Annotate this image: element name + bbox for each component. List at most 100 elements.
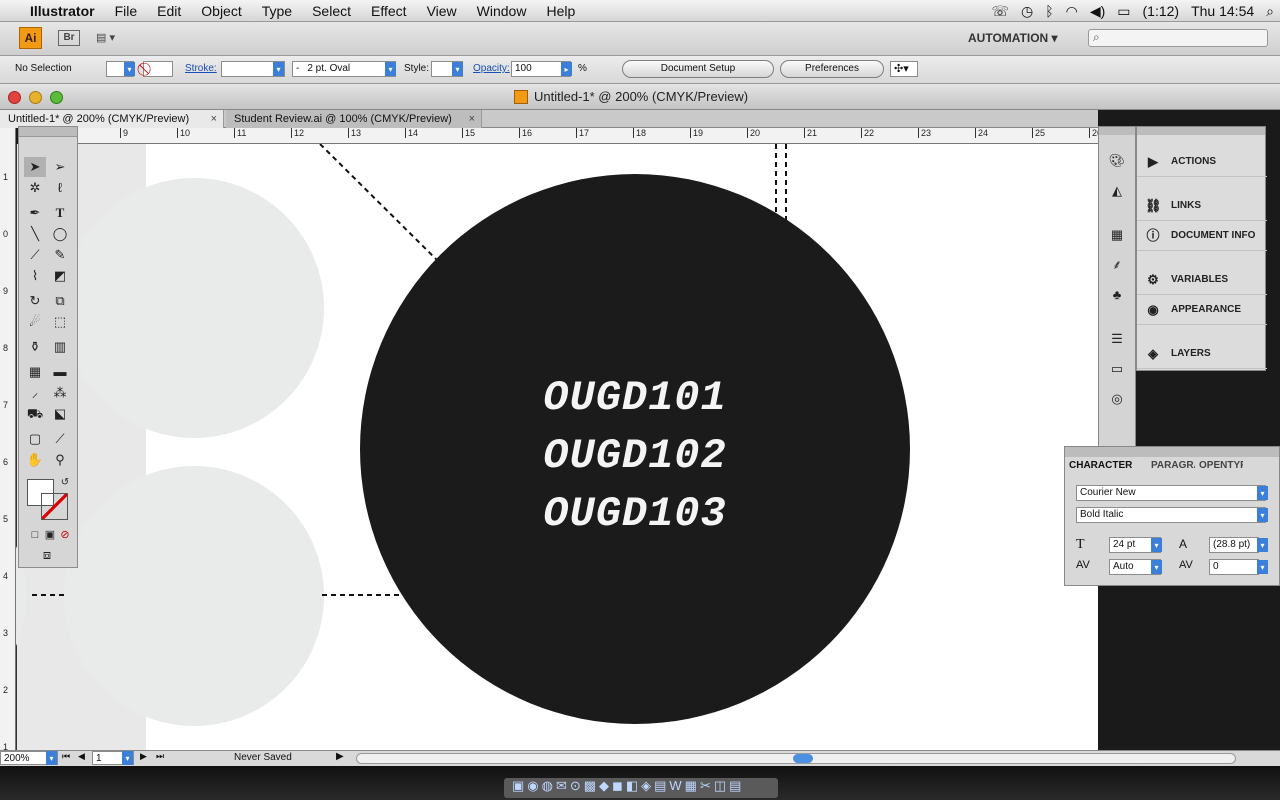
blend-tool-icon[interactable]: ⁂ — [49, 383, 71, 403]
font-size-dropdown[interactable]: ▾ — [1151, 538, 1162, 552]
pen-tool-icon[interactable]: ✒ — [24, 203, 46, 223]
line-tool-icon[interactable]: ╲ — [24, 224, 46, 244]
black-circle[interactable]: OUGD101 OUGD102 OUGD103 — [360, 174, 910, 724]
type-tool-icon[interactable]: T — [49, 203, 71, 223]
eyedropper-tool-icon[interactable]: ⸝ — [24, 383, 46, 403]
last-artboard-icon[interactable]: ⏭ — [156, 751, 164, 762]
stroke-swatch[interactable]: ⃠ — [143, 61, 173, 77]
magic-wand-tool-icon[interactable]: ✲ — [24, 178, 46, 198]
time-machine-icon[interactable]: ◷ — [1021, 3, 1033, 20]
next-artboard-icon[interactable]: ▶ — [140, 751, 147, 762]
tools-panel-header[interactable] — [19, 127, 77, 137]
dock-header[interactable] — [1099, 127, 1135, 135]
close-tab-icon[interactable]: × — [469, 110, 475, 128]
warp-tool-icon[interactable]: ☄ — [24, 312, 46, 332]
pencil-tool-icon[interactable]: ✎ — [49, 245, 71, 265]
menu-edit[interactable]: Edit — [147, 3, 191, 19]
vertical-ruler[interactable]: 10987654321 — [0, 128, 16, 752]
opacity-label[interactable]: Opacity: — [473, 61, 510, 77]
leading-dropdown[interactable]: ▾ — [1257, 538, 1268, 552]
free-transform-tool-icon[interactable]: ⬚ — [49, 312, 71, 332]
scrollbar-thumb[interactable] — [793, 754, 813, 763]
none-mode-icon[interactable]: ⊘ — [54, 525, 76, 545]
status-menu-icon[interactable]: ▶ — [336, 751, 344, 762]
lasso-tool-icon[interactable]: ℓ — [49, 178, 71, 198]
stroke-panel-icon[interactable]: ☰ — [1106, 329, 1128, 349]
wifi-icon[interactable]: ◠ — [1066, 3, 1078, 20]
paragraph-tab[interactable]: PARAGRA — [1151, 460, 1195, 471]
close-window-button[interactable] — [8, 91, 21, 104]
transparency-panel-icon[interactable]: ◎ — [1106, 389, 1128, 409]
hand-tool-icon[interactable]: ✋ — [24, 450, 46, 470]
document-setup-button[interactable]: Document Setup — [622, 60, 774, 78]
menu-type[interactable]: Type — [252, 3, 302, 19]
isolate-object-button[interactable]: ✣▾ — [890, 61, 918, 77]
character-panel-header[interactable] — [1065, 447, 1279, 457]
spotlight-icon[interactable]: ⌕ — [1266, 3, 1274, 20]
style-dropdown[interactable]: ▾ — [452, 62, 463, 76]
variables-panel-tab[interactable]: ⚙ VARIABLES — [1137, 265, 1267, 295]
leading-input[interactable]: (28.8 pt) — [1209, 537, 1259, 553]
mesh-tool-icon[interactable]: ▦ — [24, 362, 46, 382]
color-guide-icon[interactable]: ◭ — [1106, 181, 1128, 201]
battery-time[interactable]: (1:12) — [1143, 3, 1180, 19]
slice-tool-icon[interactable]: ⟋ — [49, 429, 71, 449]
phone-icon[interactable]: ☏ — [991, 3, 1009, 20]
tracking-input[interactable]: 0 — [1209, 559, 1259, 575]
bridge-button[interactable]: Br — [58, 30, 80, 46]
first-artboard-icon[interactable]: ⏮ — [62, 751, 70, 762]
artboard-dropdown[interactable]: ▾ — [122, 751, 133, 765]
gradient-tool-icon[interactable]: ▬ — [49, 362, 71, 382]
canvas[interactable]: OUGD101 OUGD102 OUGD103 page — [16, 144, 1098, 750]
symbols-panel-icon[interactable]: ♣ — [1106, 285, 1128, 305]
swap-fill-stroke-icon[interactable]: ↺ — [54, 473, 76, 493]
search-field[interactable]: ⌕ — [1088, 29, 1268, 47]
menu-file[interactable]: File — [105, 3, 148, 19]
panel-group-header[interactable] — [1137, 127, 1265, 135]
document-info-panel-tab[interactable]: ⓘ DOCUMENT INFO — [1137, 221, 1267, 251]
menu-help[interactable]: Help — [536, 3, 585, 19]
brush-definition-select[interactable]: -2 pt. Oval — [292, 61, 396, 77]
stroke-label[interactable]: Stroke: — [185, 61, 217, 77]
horizontal-ruler[interactable]: 9 10 11 12 13 14 15 16 17 18 19 20 21 22 23 24 25 26 — [78, 128, 1102, 144]
menu-app-name[interactable]: Illustrator — [20, 3, 105, 19]
menu-object[interactable]: Object — [191, 3, 251, 19]
font-style-dropdown[interactable]: ▾ — [1257, 508, 1268, 522]
tab-student-review[interactable]: Student Review.ai @ 100% (CMYK/Preview) × — [226, 110, 482, 128]
rotate-tool-icon[interactable]: ↻ — [24, 291, 46, 311]
stroke-color-icon[interactable] — [41, 493, 68, 520]
stroke-weight-dropdown[interactable]: ▾ — [273, 62, 284, 76]
brushes-panel-icon[interactable]: ⸙ — [1106, 255, 1128, 275]
fill-dropdown[interactable]: ▾ — [124, 62, 135, 76]
swatches-panel-icon[interactable]: ▦ — [1106, 225, 1128, 245]
close-tab-icon[interactable]: × — [211, 110, 217, 128]
course-code-3[interactable]: OUGD103 — [360, 490, 910, 538]
actions-panel-tab[interactable]: ▶ ACTIONS — [1137, 147, 1267, 177]
live-paint-bucket-tool-icon[interactable]: ⛟ — [24, 404, 46, 424]
blob-brush-tool-icon[interactable]: ⌇ — [24, 266, 46, 286]
dock-apps[interactable]: ▣◉◍✉⊙▩◆◼◧◈▤W▦✂◫▤ — [512, 778, 772, 794]
preferences-button[interactable]: Preferences — [780, 60, 884, 78]
kerning-dropdown[interactable]: ▾ — [1151, 560, 1162, 574]
workspace-switcher[interactable]: AUTOMATION ▾ — [968, 31, 1058, 45]
eraser-tool-icon[interactable]: ◩ — [49, 266, 71, 286]
paintbrush-tool-icon[interactable]: ⟋ — [24, 245, 46, 265]
screen-mode-icon[interactable]: ⧈ — [36, 545, 58, 565]
horizontal-scrollbar[interactable] — [356, 753, 1236, 764]
previous-artboard-icon[interactable]: ◀ — [78, 751, 85, 762]
menu-window[interactable]: Window — [467, 3, 537, 19]
minimize-window-button[interactable] — [29, 91, 42, 104]
arrange-documents-button[interactable]: ▤ ▾ — [96, 31, 126, 45]
opacity-dropdown[interactable]: ▸ — [561, 62, 572, 76]
direct-selection-tool-icon[interactable]: ➢ — [49, 157, 71, 177]
battery-icon[interactable]: ▭ — [1117, 3, 1130, 20]
course-code-2[interactable]: OUGD102 — [360, 432, 910, 480]
symbol-sprayer-tool-icon[interactable]: ⚱ — [24, 337, 46, 357]
column-graph-tool-icon[interactable]: ▥ — [49, 337, 71, 357]
menu-effect[interactable]: Effect — [361, 3, 417, 19]
font-style-select[interactable]: Bold Italic — [1076, 507, 1266, 523]
font-family-dropdown[interactable]: ▾ — [1257, 486, 1268, 500]
links-panel-tab[interactable]: ⛓ LINKS — [1137, 191, 1267, 221]
zoom-tool-icon[interactable]: ⚲ — [49, 450, 71, 470]
scale-tool-icon[interactable]: ⧉ — [49, 291, 71, 311]
